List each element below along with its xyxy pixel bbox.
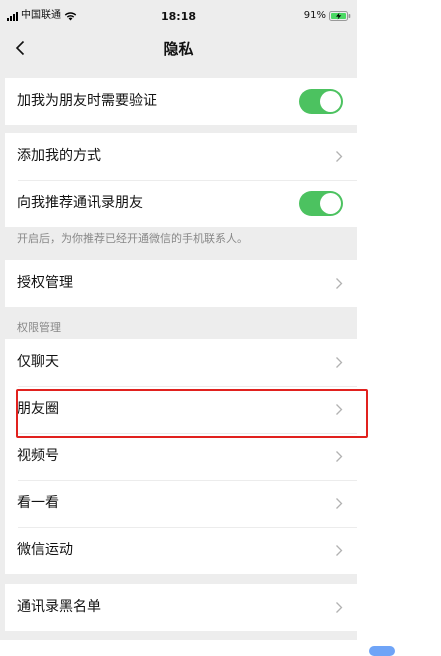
battery-charging-icon bbox=[329, 10, 351, 21]
phone-screen: 中国联通 18:18 91% 隐私 加我为朋友时需要验证 添加我的方式 向我推荐… bbox=[0, 0, 357, 640]
chevron-right-icon bbox=[336, 498, 343, 509]
recommend-contacts-toggle[interactable] bbox=[299, 191, 343, 216]
toggle-knob bbox=[320, 91, 341, 112]
chevron-right-icon bbox=[336, 357, 343, 368]
chevron-right-icon bbox=[336, 545, 343, 556]
page-title: 隐私 bbox=[163, 40, 194, 58]
chevron-right-icon bbox=[336, 278, 343, 289]
row-label: 授权管理 bbox=[17, 275, 73, 291]
row-label: 视频号 bbox=[17, 448, 59, 464]
group-add-method: 添加我的方式 向我推荐通讯录朋友 bbox=[5, 133, 357, 227]
chevron-right-icon bbox=[336, 602, 343, 613]
row-label: 添加我的方式 bbox=[17, 148, 101, 164]
group-verify: 加我为朋友时需要验证 bbox=[5, 78, 357, 125]
group-permissions: 仅聊天 朋友圈 视频号 看一看 微信运动 bbox=[5, 339, 357, 574]
status-bar-right: 91% bbox=[304, 10, 351, 21]
floating-badge bbox=[369, 646, 395, 656]
permissions-section-header: 权限管理 bbox=[17, 321, 61, 334]
row-label: 微信运动 bbox=[17, 542, 73, 558]
row-label: 通讯录黑名单 bbox=[17, 599, 101, 615]
nav-bar: 隐私 bbox=[0, 30, 357, 74]
row-label: 向我推荐通讯录朋友 bbox=[17, 195, 143, 211]
chevron-right-icon bbox=[336, 404, 343, 415]
row-recommend-contacts[interactable]: 向我推荐通讯录朋友 bbox=[5, 180, 357, 227]
row-top-stories[interactable]: 看一看 bbox=[5, 480, 357, 527]
recommend-note: 开启后，为你推荐已经开通微信的手机联系人。 bbox=[17, 232, 248, 245]
toggle-knob bbox=[320, 193, 341, 214]
row-label: 朋友圈 bbox=[17, 401, 59, 417]
battery-percent: 91% bbox=[303, 10, 326, 21]
row-werun[interactable]: 微信运动 bbox=[5, 527, 357, 574]
row-label: 看一看 bbox=[17, 495, 59, 511]
chevron-right-icon bbox=[336, 151, 343, 162]
row-label: 加我为朋友时需要验证 bbox=[17, 93, 157, 109]
row-add-method[interactable]: 添加我的方式 bbox=[5, 133, 357, 180]
row-authorization[interactable]: 授权管理 bbox=[5, 260, 357, 307]
status-bar: 中国联通 18:18 91% bbox=[0, 0, 357, 30]
group-authorization: 授权管理 bbox=[5, 260, 357, 307]
row-label: 仅聊天 bbox=[17, 354, 59, 370]
verify-friend-toggle[interactable] bbox=[299, 89, 343, 114]
row-blacklist[interactable]: 通讯录黑名单 bbox=[5, 584, 357, 631]
group-blacklist: 通讯录黑名单 bbox=[5, 584, 357, 631]
row-chat-only[interactable]: 仅聊天 bbox=[5, 339, 357, 386]
row-channels[interactable]: 视频号 bbox=[5, 433, 357, 480]
row-moments[interactable]: 朋友圈 bbox=[5, 386, 357, 433]
row-verify-friend[interactable]: 加我为朋友时需要验证 bbox=[5, 78, 357, 125]
chevron-right-icon bbox=[336, 451, 343, 462]
